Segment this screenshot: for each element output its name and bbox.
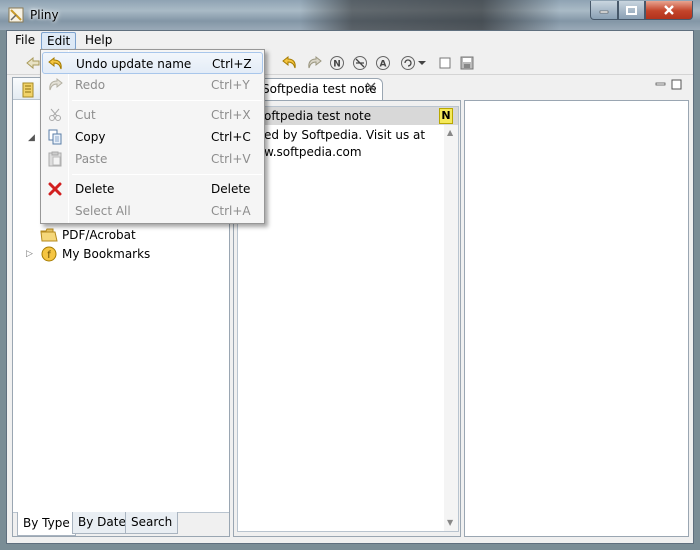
delete-x-icon xyxy=(46,181,64,197)
note-scrollbar[interactable] xyxy=(444,125,458,531)
note-n-badge: N xyxy=(439,108,453,124)
note-panel xyxy=(237,106,459,532)
tab-search[interactable]: Search xyxy=(125,512,179,534)
copy-icon xyxy=(46,129,64,145)
view-maximize-icon[interactable] xyxy=(671,79,682,93)
redo-icon xyxy=(46,77,64,93)
tree-expand-icon[interactable]: ▷ xyxy=(26,249,38,259)
window-icon[interactable] xyxy=(436,54,454,72)
menu-item-delete[interactable]: Delete Delete xyxy=(42,178,263,200)
note-n-icon[interactable]: N xyxy=(328,54,346,72)
svg-text:A: A xyxy=(380,60,387,70)
menu-item-copy[interactable]: Copy Ctrl+C xyxy=(42,126,263,148)
pliny-app-icon[interactable] xyxy=(8,7,24,23)
tree-item-my-bookmarks[interactable]: ▷ f My Bookmarks xyxy=(26,244,150,263)
tree-item-pdf-acrobat[interactable]: PDF/Acrobat xyxy=(26,225,136,244)
menu-edit[interactable]: Edit xyxy=(41,32,77,50)
link-off-icon[interactable] xyxy=(351,54,369,72)
close-button[interactable] xyxy=(645,1,693,20)
note-content[interactable]: ed by Softpedia. Visit us at w.softpedia… xyxy=(264,127,444,161)
menu-item-redo[interactable]: Redo Ctrl+Y xyxy=(42,74,263,96)
chevron-down-icon[interactable] xyxy=(417,54,427,72)
resource-type-icon xyxy=(22,82,34,98)
bookmarks-icon: f xyxy=(38,246,60,262)
menu-item-cut[interactable]: Cut Ctrl+X xyxy=(42,104,263,126)
menu-item-select-all[interactable]: Select All Ctrl+A xyxy=(42,200,263,222)
annotation-a-icon[interactable]: A xyxy=(374,54,392,72)
undo-icon xyxy=(47,56,65,72)
maximize-icon xyxy=(626,5,637,15)
view-minimize-icon[interactable] xyxy=(655,79,666,92)
undo-icon[interactable] xyxy=(281,54,299,72)
menu-item-paste[interactable]: Paste Ctrl+V xyxy=(42,148,263,170)
minimize-icon xyxy=(599,10,609,14)
menu-help[interactable]: Help xyxy=(80,32,117,50)
menu-separator xyxy=(72,174,262,175)
tab-by-type[interactable]: By Type xyxy=(17,512,76,536)
tab-close-icon[interactable] xyxy=(366,82,376,95)
refresh-icon[interactable] xyxy=(399,54,417,72)
tree-expand-root-icon[interactable]: ◢ xyxy=(28,133,35,143)
menu-item-undo[interactable]: Undo update name Ctrl+Z xyxy=(42,52,263,74)
note-title[interactable]: oftpedia test note xyxy=(238,107,458,125)
tab-by-date[interactable]: By Date xyxy=(72,512,132,534)
save-icon[interactable] xyxy=(458,54,476,72)
menu-separator xyxy=(72,100,262,101)
minimize-button[interactable] xyxy=(590,1,618,20)
svg-text:N: N xyxy=(333,60,341,70)
maximize-button[interactable] xyxy=(618,1,645,20)
menu-bar: File Edit Help xyxy=(7,31,693,51)
close-icon xyxy=(664,5,674,15)
window-title: Pliny xyxy=(30,8,59,22)
scroll-up-icon[interactable]: ▲ xyxy=(447,128,453,137)
svg-text:f: f xyxy=(47,250,51,261)
menu-file[interactable]: File xyxy=(10,32,40,50)
note-line: w.softpedia.com xyxy=(264,145,362,159)
note-line: ed by Softpedia. Visit us at xyxy=(264,128,426,142)
scroll-down-icon[interactable]: ▼ xyxy=(447,518,453,527)
redo-icon[interactable] xyxy=(305,54,323,72)
paste-icon xyxy=(46,151,64,167)
scissors-icon xyxy=(46,107,64,123)
content-view[interactable] xyxy=(464,100,689,537)
folder-open-icon xyxy=(38,228,60,242)
